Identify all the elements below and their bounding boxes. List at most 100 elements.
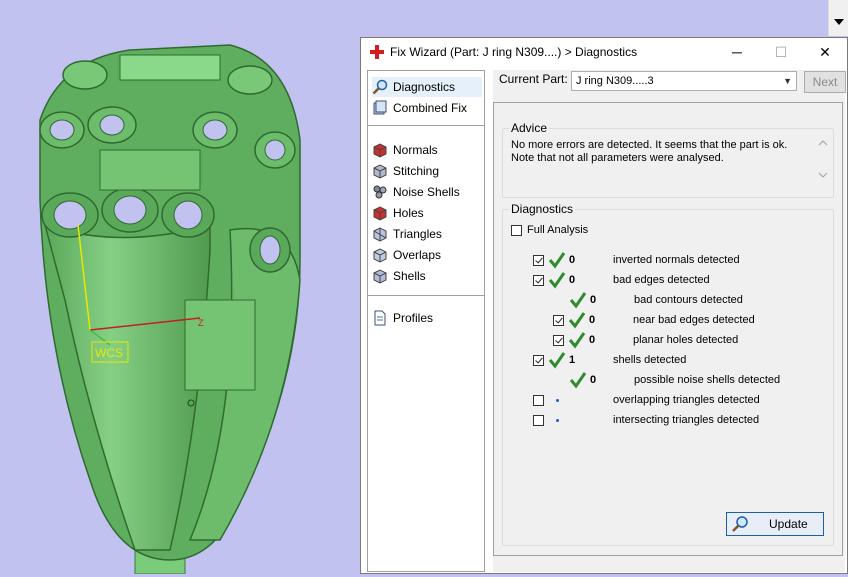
update-button[interactable]: Update <box>726 512 824 536</box>
nav-item-profiles[interactable]: Profiles <box>372 308 482 328</box>
diag-count: 0 <box>590 374 597 386</box>
nav-label: Stitching <box>393 164 440 178</box>
diagnostics-title: Diagnostics <box>509 202 576 216</box>
nav-label: Diagnostics <box>393 80 456 94</box>
nav-item-holes[interactable]: Holes <box>372 203 482 223</box>
scroll-down-arrow-icon[interactable] <box>834 19 844 25</box>
nav-item-overlaps[interactable]: Overlaps <box>372 245 482 265</box>
next-button[interactable]: Next <box>804 71 846 93</box>
diagnostics-magnifier-icon <box>372 79 388 95</box>
diag-row-overlapping-triangles: overlapping triangles detected <box>533 390 760 410</box>
dialog-title: Fix Wizard (Part: J ring N309....) > Dia… <box>390 45 638 59</box>
diag-row-bad-edges: 0 bad edges detected <box>533 270 710 290</box>
diag-label: planar holes detected <box>633 334 739 346</box>
diag-row-noise-shells: 0 possible noise shells detected <box>569 370 780 390</box>
advice-line-1: No more errors are detected. It seems th… <box>511 139 788 151</box>
shells-cube-icon <box>373 269 387 284</box>
profiles-document-icon <box>374 310 386 326</box>
diag-row-planar-holes: 0 planar holes detected <box>553 330 738 350</box>
ok-check-icon <box>548 252 566 269</box>
diag-label: intersecting triangles detected <box>613 414 760 426</box>
diag-checkbox[interactable] <box>553 334 564 346</box>
diagnostics-group: Diagnostics Full Analysis 0 inverted nor… <box>502 202 834 546</box>
ok-check-icon <box>548 352 566 369</box>
magnifier-icon <box>732 516 748 532</box>
diag-count: 0 <box>569 254 576 266</box>
nav-item-noise-shells[interactable]: Noise Shells <box>372 182 482 202</box>
not-analysed-dot-icon <box>555 418 559 422</box>
nav-item-triangles[interactable]: Triangles <box>372 224 482 244</box>
diag-row-inverted-normals: 0 inverted normals detected <box>533 250 740 270</box>
noise-shells-icon <box>373 185 387 199</box>
diag-label: overlapping triangles detected <box>613 394 760 406</box>
diag-label: possible noise shells detected <box>634 374 781 386</box>
triangles-cube-icon <box>373 227 387 242</box>
fix-wizard-dialog: Fix Wizard (Part: J ring N309....) > Dia… <box>360 37 848 574</box>
normals-cube-icon <box>373 143 387 158</box>
diag-checkbox[interactable] <box>533 414 544 426</box>
diag-checkbox[interactable] <box>533 394 544 406</box>
diagnostics-page: Current Part: J ring N309.....3 ▼ Next A… <box>493 70 846 572</box>
dialog-titlebar[interactable]: Fix Wizard (Part: J ring N309....) > Dia… <box>361 38 847 66</box>
advice-text: No more errors are detected. It seems th… <box>511 139 797 165</box>
diag-label: bad contours detected <box>634 294 743 306</box>
diag-row-near-bad-edges: 0 near bad edges detected <box>553 310 755 330</box>
nav-divider <box>368 295 484 296</box>
nav-label: Noise Shells <box>393 185 460 199</box>
fix-wizard-cross-icon <box>370 45 384 59</box>
diag-count: 0 <box>589 334 596 346</box>
diag-label: inverted normals detected <box>613 254 740 266</box>
diag-label: shells detected <box>613 354 687 366</box>
current-part-select[interactable]: J ring N309.....3 ▼ <box>571 71 797 91</box>
ok-check-icon <box>569 292 587 309</box>
diag-count: 0 <box>589 314 596 326</box>
holes-cube-icon <box>373 206 387 221</box>
nav-label: Overlaps <box>393 248 442 262</box>
nav-item-shells[interactable]: Shells <box>372 266 482 286</box>
diag-row-shells: 1 shells detected <box>533 350 686 370</box>
nav-item-combined-fix[interactable]: Combined Fix <box>372 98 482 118</box>
advice-title: Advice <box>509 121 550 135</box>
nav-label: Combined Fix <box>393 101 468 115</box>
diag-checkbox[interactable] <box>533 354 544 366</box>
diag-count: 0 <box>569 274 576 286</box>
diag-checkbox[interactable] <box>533 274 544 286</box>
minimize-button[interactable]: ─ <box>715 38 759 66</box>
diag-row-bad-contours: 0 bad contours detected <box>569 290 743 310</box>
viewport-scrollbar[interactable] <box>828 0 848 36</box>
ok-check-icon <box>569 372 587 389</box>
nav-item-diagnostics[interactable]: Diagnostics <box>372 77 482 97</box>
nav-label: Profiles <box>393 311 434 325</box>
stitching-cube-icon <box>373 164 387 179</box>
full-analysis-checkbox[interactable] <box>511 224 522 236</box>
nav-item-normals[interactable]: Normals <box>372 140 482 160</box>
nav-label: Triangles <box>393 227 442 241</box>
nav-divider <box>368 125 484 126</box>
ok-check-icon <box>568 312 586 329</box>
advice-group: Advice No more errors are detected. It s… <box>502 121 834 198</box>
current-part-label: Current Part: <box>499 72 568 86</box>
nav-label: Holes <box>393 206 424 220</box>
ok-check-icon <box>568 332 586 349</box>
chevron-down-icon: ▼ <box>783 76 792 86</box>
nav-label: Normals <box>393 143 438 157</box>
not-analysed-dot-icon <box>555 398 559 402</box>
full-analysis-label: Full Analysis <box>527 224 589 236</box>
nav-item-stitching[interactable]: Stitching <box>372 161 482 181</box>
diag-checkbox[interactable] <box>533 254 544 266</box>
combined-fix-icon <box>373 100 387 115</box>
full-analysis-row[interactable]: Full Analysis <box>511 220 588 240</box>
overlaps-cube-icon <box>373 248 387 263</box>
close-button[interactable]: ✕ <box>803 38 847 66</box>
diag-count: 0 <box>590 294 597 306</box>
maximize-button[interactable]: ☐ <box>759 38 803 66</box>
diag-label: bad edges detected <box>613 274 710 286</box>
advice-scrollbar[interactable] <box>817 137 829 181</box>
ok-check-icon <box>548 272 566 289</box>
diagnostics-panel: Advice No more errors are detected. It s… <box>493 102 843 556</box>
wcs-label: WCS <box>95 346 123 360</box>
diag-checkbox[interactable] <box>553 314 564 326</box>
advice-line-2: Note that not all parameters were analys… <box>511 152 724 164</box>
current-part-value: J ring N309.....3 <box>576 75 654 87</box>
diag-label: near bad edges detected <box>633 314 755 326</box>
